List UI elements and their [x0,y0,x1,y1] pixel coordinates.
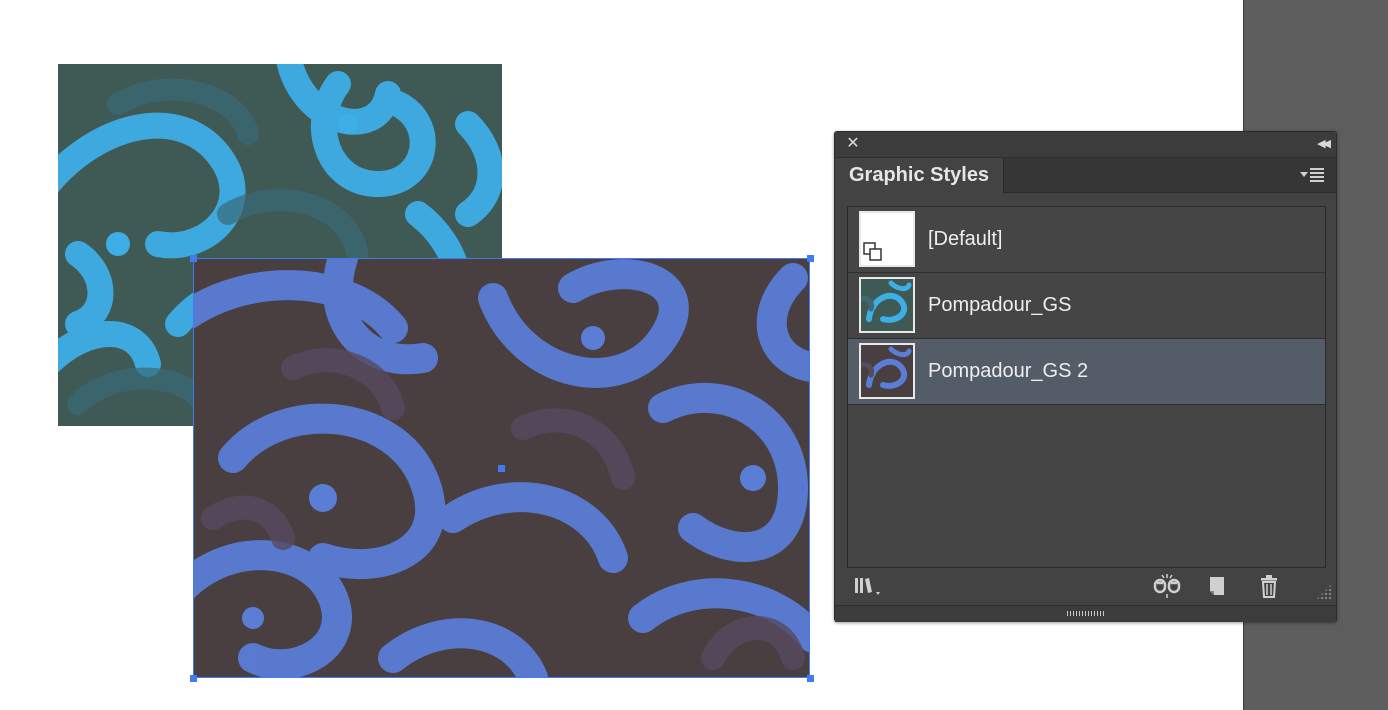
tab-graphic-styles[interactable]: Graphic Styles [835,158,1005,193]
collapse-arrows-icon[interactable]: ◀◀ [1308,137,1331,151]
selection-handle-top-right[interactable] [807,255,814,262]
selection-handle-bottom-right[interactable] [807,675,814,682]
close-icon[interactable]: ✕ [845,136,861,152]
panel-tab-row: Graphic Styles [835,158,1336,193]
panel-menu-icon[interactable] [1300,166,1326,184]
list-item-default-style[interactable]: [Default] [848,207,1325,273]
panel-bottom-toolbar [835,568,1336,604]
list-item-pompadour-gs[interactable]: Pompadour_GS [848,273,1325,339]
trash-icon[interactable] [1253,572,1285,600]
new-graphic-style-icon[interactable] [1201,572,1233,600]
graphic-styles-panel: ✕ ◀◀ Graphic Styles [Default] Pompadour_… [834,131,1337,622]
style-label: Pompadour_GS 2 [928,360,1089,382]
selection-center-point [498,465,505,472]
graphic-styles-list[interactable]: [Default] Pompadour_GS Pompadour_GS 2 [847,206,1326,568]
style-label: [Default] [928,228,1003,250]
pompadour-purple-thumbnail [859,343,915,399]
selection-handle-top-left[interactable] [190,255,197,262]
drag-grip-icon [1067,611,1105,616]
graphic-styles-libraries-icon[interactable] [851,572,883,600]
pompadour-blue-thumbnail [859,277,915,333]
selection-handle-bottom-left[interactable] [190,675,197,682]
default-style-thumbnail [859,211,915,267]
break-link-icon[interactable] [1151,572,1183,600]
panel-drag-strip[interactable] [835,605,1336,622]
style-label: Pompadour_GS [928,294,1072,316]
panel-titlebar[interactable]: ✕ ◀◀ [835,132,1336,158]
list-item-pompadour-gs-2[interactable]: Pompadour_GS 2 [848,339,1325,405]
